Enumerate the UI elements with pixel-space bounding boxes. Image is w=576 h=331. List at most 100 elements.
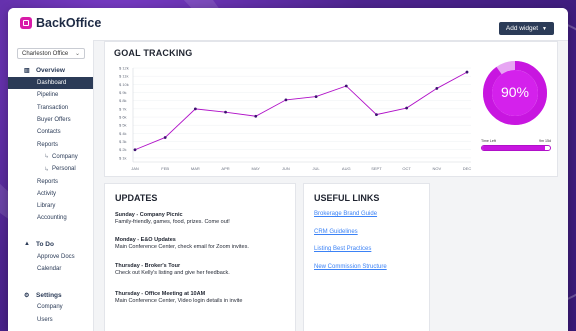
sidebar-item-label: Dashboard — [37, 80, 67, 87]
sidebar-item-label: Accounting — [37, 215, 67, 222]
update-body: Family-friendly, games, food, prizes. Co… — [115, 219, 230, 225]
data-point — [254, 114, 258, 118]
app-logo[interactable]: BackOffice — [20, 16, 101, 30]
add-widget-button[interactable]: Add widget ▼ — [498, 22, 554, 35]
sidebar-item-approve-docs[interactable]: Approve Docs — [8, 251, 93, 263]
data-point — [193, 107, 197, 111]
sidebar-item-label: Pipeline — [37, 92, 59, 99]
sidebar-item-contacts[interactable]: Contacts — [8, 126, 93, 138]
app-name: BackOffice — [36, 16, 102, 30]
goal-line-chart: $ 1k $ 2k $ 3k $ 4k $ 5k $ 6k $ 7k $ 8k $ 9k $ 10… — [119, 66, 471, 172]
data-point — [133, 148, 137, 152]
sidebar-item-label: Company — [52, 153, 78, 160]
sidebar-item-personal[interactable]: ↳ Personal — [8, 163, 93, 175]
sidebar-item-company[interactable]: Company — [8, 301, 93, 313]
time-left-progress-fill — [482, 146, 545, 150]
sidebar-item-label: Buyer Offers — [37, 117, 71, 124]
y-tick-label: $ 5k — [119, 123, 127, 128]
sidebar-item-label: Users — [37, 316, 53, 323]
office-select[interactable]: Charleston Office ⌄ — [17, 48, 85, 59]
y-tick-label: $ 2k — [119, 147, 127, 152]
update-item: Sunday - Company Picnic Family-friendly,… — [115, 212, 290, 226]
y-tick-label: $ 12k — [119, 66, 129, 71]
x-tick-label: FEB — [161, 166, 169, 171]
update-body: Check out Kelly's listing and give her f… — [115, 270, 230, 276]
office-select-value: Charleston Office — [22, 50, 69, 57]
goal-tracking-widget: GOAL TRACKING $ 1k $ 2k $ 3k $ 4k $ 5k $ 6k $ … — [104, 41, 558, 177]
sidebar-item-transaction[interactable]: Transaction — [8, 102, 93, 114]
gear-icon: ⚙ — [24, 292, 30, 299]
data-point — [465, 70, 469, 74]
sidebar-item-reports[interactable]: Reports — [8, 138, 93, 150]
x-tick-label: JUN — [282, 166, 290, 171]
sidebar-item-pipeline[interactable]: Pipeline — [8, 89, 93, 101]
update-heading: Sunday - Company Picnic — [115, 212, 183, 218]
sidebar-item-label: Activity — [37, 190, 57, 197]
x-tick-label: MAY — [252, 166, 261, 171]
data-point — [284, 98, 288, 102]
sidebar-item-users[interactable]: Users — [8, 313, 93, 325]
sidebar-item-calendar[interactable]: Calendar — [8, 263, 93, 275]
y-tick-label: $ 11k — [119, 74, 129, 79]
sidebar-item-library[interactable]: Library — [8, 200, 93, 212]
bar-chart-icon: ▥ — [24, 67, 30, 74]
goal-progress-label: 90% — [500, 84, 530, 100]
y-tick-label: $ 7k — [119, 106, 127, 111]
time-left: Time Left 9m 15d — [481, 139, 551, 151]
sidebar-item-label: Library — [37, 203, 56, 210]
sidebar-item-buyer-offers[interactable]: Buyer Offers — [8, 114, 93, 126]
update-item: Thursday - Office Meeting at 10AM Main C… — [115, 291, 290, 305]
sidebar-item-accounting[interactable]: Accounting — [8, 212, 93, 224]
chevron-down-icon: ▼ — [542, 25, 547, 32]
nav-section-label: Settings — [36, 291, 62, 299]
top-bar: BackOffice Add widget ▼ — [8, 8, 568, 41]
sidebar-item-activity[interactable]: Activity — [8, 188, 93, 200]
y-tick-label: $ 1k — [119, 155, 127, 160]
update-heading: Thursday - Broker's Tour — [115, 263, 181, 269]
useful-links-title: USEFUL LINKS — [314, 193, 380, 203]
sub-arrow-icon: ↳ — [44, 166, 50, 173]
nav-section-settings[interactable]: ⚙ Settings — [8, 289, 93, 301]
update-heading: Monday - E&O Updates — [115, 237, 176, 243]
logo-icon — [20, 17, 32, 29]
sidebar-item-dashboard[interactable]: Dashboard — [8, 77, 93, 90]
sidebar-item-label: Contacts — [37, 129, 61, 136]
x-tick-label: MAR — [191, 166, 200, 171]
nav-section-to-do[interactable]: ▲ To Do — [8, 239, 93, 251]
y-tick-label: $ 8k — [119, 98, 127, 103]
link-listing-best-practices[interactable]: Listing Best Practices — [314, 246, 371, 252]
nav-section-overview[interactable]: ▥ Overview — [8, 64, 93, 76]
time-left-label: Time Left — [481, 139, 496, 143]
y-tick-label: $ 9k — [119, 90, 127, 95]
link-commission-structure[interactable]: New Commission Structure — [314, 264, 387, 270]
updates-widget: UPDATES Sunday - Company Picnic Family-f… — [104, 183, 296, 331]
time-left-value: 9m 15d — [539, 139, 551, 143]
sidebar-item-reports[interactable]: Reports — [8, 175, 93, 187]
sidebar-item-label: Personal — [52, 166, 76, 173]
y-tick-label: $ 6k — [119, 115, 127, 120]
link-crm-guidelines[interactable]: CRM Guidelines — [314, 229, 358, 235]
link-brand-guide[interactable]: Brokerage Brand Guide — [314, 211, 377, 217]
sidebar-item-label: Reports — [37, 141, 59, 148]
data-point — [375, 113, 378, 116]
sidebar-item-company[interactable]: ↳ Company — [8, 151, 93, 163]
data-point — [344, 84, 348, 88]
sidebar-item-label: Calendar — [37, 266, 62, 272]
x-tick-label: SEPT — [371, 166, 382, 171]
sidebar-item-label: Reports — [37, 178, 59, 185]
y-tick-label: $ 4k — [119, 131, 127, 136]
update-body: Main Conference Center, Video login deta… — [115, 298, 243, 304]
goal-tracking-title: GOAL TRACKING — [114, 48, 193, 58]
sidebar-item-label: Approve Docs — [37, 253, 75, 260]
updates-title: UPDATES — [115, 193, 158, 203]
x-tick-label: JAN — [131, 166, 139, 171]
time-left-progress-bar — [481, 145, 551, 151]
data-point — [314, 95, 318, 99]
series-line — [134, 71, 468, 151]
y-tick-label: $ 3k — [119, 139, 127, 144]
nav-section-label: Overview — [36, 66, 65, 74]
x-tick-label: NOV — [432, 166, 441, 171]
sidebar-nav: ▥ Overview Dashboard Pipeline Transaction Buy… — [8, 64, 93, 326]
y-tick-label: $ 10k — [119, 82, 129, 87]
sidebar: Charleston Office ⌄ ▥ Overview Dashboard Pi… — [8, 40, 94, 331]
